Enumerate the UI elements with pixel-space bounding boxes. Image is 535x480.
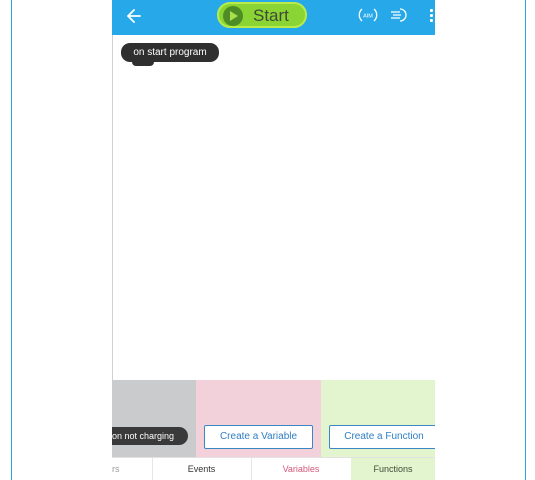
tab-variables[interactable]: Variables xyxy=(251,458,351,480)
start-button-label: Start xyxy=(253,6,289,25)
more-vertical-icon[interactable] xyxy=(430,9,435,23)
tab-events[interactable]: Events xyxy=(152,458,251,480)
sensors-palette: on not charging xyxy=(112,380,196,457)
canvas-divider xyxy=(112,35,113,380)
aim-icon[interactable]: AIM xyxy=(358,6,378,24)
on-start-program-block[interactable]: on start program xyxy=(121,43,219,62)
back-arrow-icon[interactable] xyxy=(126,5,146,27)
top-toolbar: Start AIM xyxy=(112,0,435,35)
create-function-button[interactable]: Create a Function xyxy=(329,425,435,449)
block-palette: on not charging Create a Variable Create… xyxy=(112,380,435,457)
tab-sensors[interactable]: rs xyxy=(112,458,152,480)
category-tabs: rs Events Variables Functions xyxy=(112,457,435,480)
aim-icon-label: AIM xyxy=(363,14,373,20)
start-button[interactable]: Start xyxy=(217,2,307,28)
create-variable-button[interactable]: Create a Variable xyxy=(204,425,313,449)
speed-icon[interactable] xyxy=(389,6,409,24)
block-connector xyxy=(132,61,154,66)
tab-functions[interactable]: Functions xyxy=(351,458,435,480)
on-not-charging-block[interactable]: on not charging xyxy=(112,427,188,445)
phone-screen: Start AIM on start program on not chargi… xyxy=(112,0,435,480)
play-icon xyxy=(223,6,243,26)
